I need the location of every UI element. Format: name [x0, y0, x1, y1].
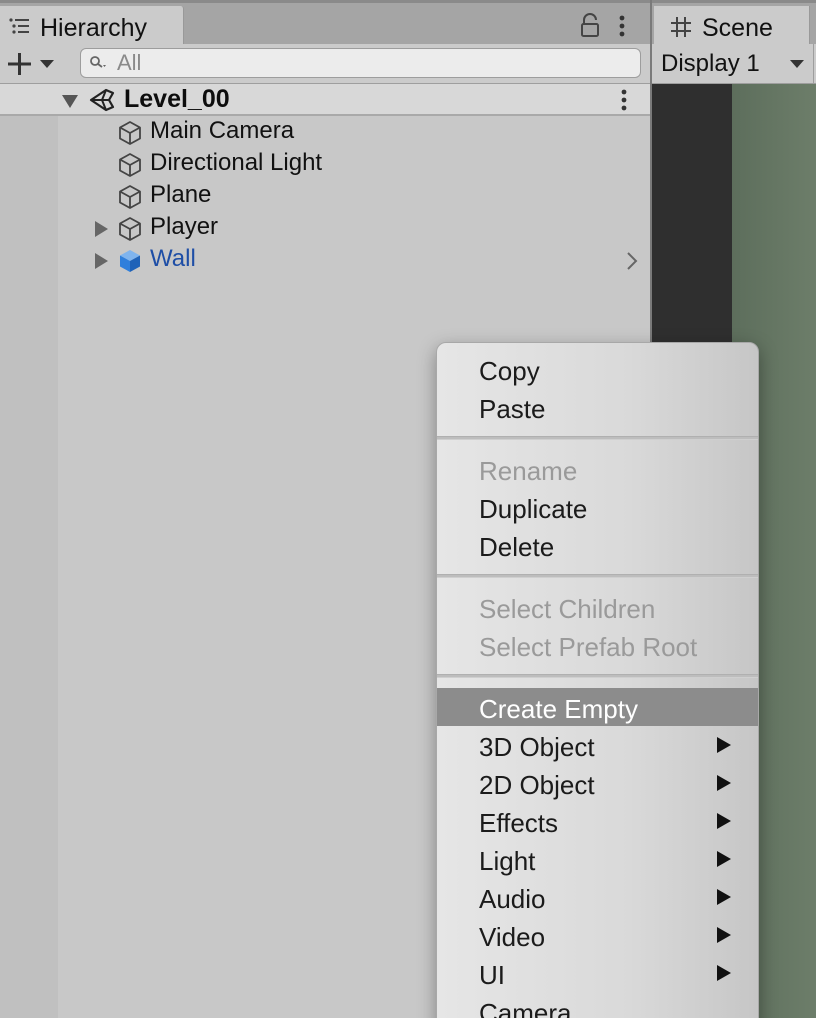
triangle-right-icon [717, 889, 731, 905]
search-input[interactable] [117, 51, 617, 75]
menu-item-label: Video [479, 922, 546, 952]
chevron-right-icon[interactable] [624, 250, 640, 272]
menu-item-2d-object[interactable]: 2D Object [437, 764, 758, 802]
context-menu: Copy Paste Rename Duplicate Delete Selec… [436, 342, 759, 1018]
grid-icon [671, 17, 691, 37]
triangle-right-icon [717, 813, 731, 829]
search-field[interactable] [80, 48, 641, 78]
menu-item-label: Delete [479, 532, 555, 562]
hierarchy-tab-bar: Hierarchy [0, 0, 650, 47]
menu-item-label: Camera [479, 998, 572, 1018]
triangle-right-icon [717, 737, 731, 753]
menu-item-label: Effects [479, 808, 559, 838]
chevron-down-icon [790, 60, 804, 68]
menu-item-label: Duplicate [479, 494, 588, 524]
scene-root-row[interactable]: Level_00 [0, 84, 650, 116]
triangle-right-icon [717, 851, 731, 867]
menu-item-label: Light [479, 846, 536, 876]
triangle-right-icon[interactable] [92, 252, 110, 270]
triangle-down-icon[interactable] [60, 92, 80, 110]
cube-icon [119, 185, 141, 209]
list-item-label: Main Camera [150, 117, 295, 144]
list-item-label: Plane [150, 181, 212, 208]
kebab-menu-icon[interactable] [612, 13, 632, 39]
menu-separator [437, 436, 758, 440]
menu-item-video[interactable]: Video [437, 916, 758, 954]
menu-item-copy[interactable]: Copy [437, 350, 758, 388]
scene-tab-label: Scene [702, 14, 773, 42]
display-dropdown-label: Display 1 [661, 50, 760, 77]
menu-item-select-children: Select Children [437, 588, 758, 626]
hierarchy-gutter [0, 116, 58, 1018]
menu-item-audio[interactable]: Audio [437, 878, 758, 916]
prefab-cube-icon [120, 250, 140, 272]
list-item-label: Wall [150, 245, 196, 272]
menu-separator [437, 574, 758, 578]
menu-item-duplicate[interactable]: Duplicate [437, 488, 758, 526]
kebab-menu-icon[interactable] [614, 87, 634, 113]
menu-item-label: Copy [479, 356, 540, 386]
chevron-down-icon[interactable] [38, 58, 56, 70]
menu-item-label: Select Prefab Root [479, 632, 698, 662]
menu-item-label: UI [479, 960, 505, 990]
menu-item-create-empty[interactable]: Create Empty [437, 688, 758, 726]
menu-item-effects[interactable]: Effects [437, 802, 758, 840]
tab-hierarchy[interactable]: Hierarchy [0, 6, 184, 47]
menu-item-camera[interactable]: Camera [437, 992, 758, 1018]
cube-icon [119, 121, 141, 145]
plus-icon[interactable] [6, 52, 34, 76]
list-item-label: Player [150, 213, 219, 240]
menu-separator [437, 674, 758, 678]
list-item[interactable]: Wall [58, 244, 650, 276]
menu-item-light[interactable]: Light [437, 840, 758, 878]
menu-item-ui[interactable]: UI [437, 954, 758, 992]
menu-item-delete[interactable]: Delete [437, 526, 758, 564]
scene-toolbar: Display 1 [652, 44, 816, 84]
menu-item-label: Paste [479, 394, 546, 424]
list-item-label: Directional Light [150, 149, 323, 176]
menu-item-3d-object[interactable]: 3D Object [437, 726, 758, 764]
search-icon [90, 56, 106, 68]
menu-item-label: 2D Object [479, 770, 595, 800]
list-item[interactable]: Directional Light [58, 148, 650, 180]
triangle-right-icon [717, 775, 731, 791]
menu-item-label: 3D Object [479, 732, 595, 762]
menu-item-rename: Rename [437, 450, 758, 488]
hierarchy-toolbar [0, 44, 650, 84]
list-icon [9, 18, 29, 34]
scene-tab-bar: Scene [652, 0, 816, 47]
scene-name: Level_00 [124, 85, 230, 113]
triangle-right-icon [717, 965, 731, 981]
list-item[interactable]: Plane [58, 180, 650, 212]
menu-item-label: Audio [479, 884, 546, 914]
tab-scene[interactable]: Scene [654, 6, 810, 47]
menu-item-paste[interactable]: Paste [437, 388, 758, 426]
triangle-right-icon[interactable] [92, 220, 110, 238]
triangle-right-icon [717, 927, 731, 943]
menu-item-label: Rename [479, 456, 578, 486]
menu-item-select-prefab-root: Select Prefab Root [437, 626, 758, 664]
hierarchy-tab-label: Hierarchy [40, 14, 147, 42]
list-item[interactable]: Player [58, 212, 650, 244]
list-item[interactable]: Main Camera [58, 116, 650, 148]
cube-icon [119, 153, 141, 177]
cube-icon [119, 217, 141, 241]
unity-logo-icon [89, 88, 115, 112]
menu-item-label: Select Children [479, 594, 656, 624]
menu-item-label: Create Empty [479, 694, 638, 724]
display-dropdown[interactable]: Display 1 [652, 44, 814, 84]
lock-icon[interactable] [578, 13, 602, 39]
